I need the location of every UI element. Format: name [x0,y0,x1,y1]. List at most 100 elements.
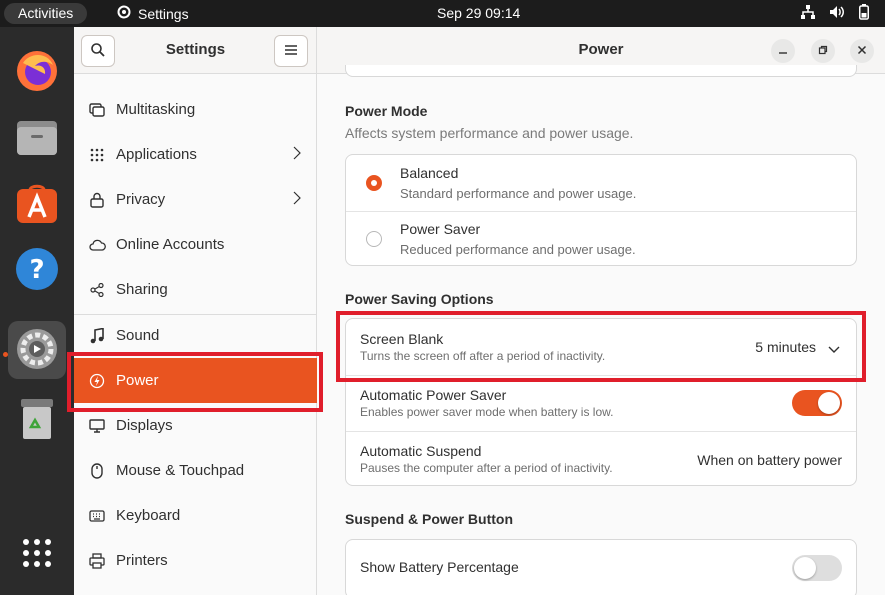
dock-settings[interactable] [8,321,66,379]
sidebar-item-power[interactable]: Power [74,358,317,403]
screen-blank-dropdown[interactable]: 5 minutes [755,339,816,355]
sidebar-item-label: Sound [116,327,160,344]
power-saver-label: Power Saver [400,221,481,237]
trash-icon [17,397,57,444]
power-icon [88,372,106,390]
chevron-right-icon [293,191,301,209]
minimize-button[interactable] [771,39,795,63]
hamburger-icon [284,43,298,59]
power-mode-card: Balanced Standard performance and power … [345,154,857,266]
sidebar-item-label: Power [116,372,159,389]
sidebar: Settings Multitasking Applications Priva… [74,27,317,595]
sidebar-item-privacy[interactable]: Privacy [74,177,317,222]
clock[interactable]: Sep 29 09:14 [437,0,520,27]
sidebar-item-label: Privacy [116,191,166,208]
display-icon [88,417,106,435]
suspend-section-title: Suspend & Power Button [345,511,513,527]
power-saver-desc: Reduced performance and power usage. [400,242,636,257]
sidebar-item-multitasking[interactable]: Multitasking [74,87,317,132]
sidebar-item-label: Multitasking [116,101,196,118]
menu-button[interactable] [274,35,308,67]
dock-firefox[interactable] [8,43,66,101]
balanced-label: Balanced [400,165,459,181]
sidebar-item-label: Keyboard [116,507,181,524]
sidebar-item-label: Printers [116,552,168,569]
battery-percentage-row[interactable]: Show Battery Percentage [346,540,856,595]
sidebar-item-label: Online Accounts [116,236,225,253]
battery-icon [859,4,869,23]
sidebar-item-displays[interactable]: Displays [74,403,317,448]
settings-gear-icon [116,4,132,23]
screen-blank-row[interactable]: Screen Blank Turns the screen off after … [346,319,856,375]
sidebar-item-label: Displays [116,417,173,434]
close-icon [857,44,867,58]
dock-show-apps[interactable] [8,525,66,583]
screen-blank-desc: Turns the screen off after a period of i… [360,349,606,363]
dock-help[interactable]: ? [8,241,66,299]
screen-blank-label: Screen Blank [360,331,444,347]
app-menu[interactable]: Settings [116,0,189,27]
minimize-icon [778,44,788,58]
app-menu-label: Settings [138,5,189,22]
power-saver-radio[interactable] [366,231,382,247]
chevron-down-icon [828,341,840,357]
sidebar-item-mouse-touchpad[interactable]: Mouse & Touchpad [74,448,317,493]
applications-icon [88,146,106,164]
restore-icon [818,44,828,58]
files-icon [15,115,59,162]
auto-power-saver-toggle[interactable] [792,390,842,416]
printer-icon [88,552,106,570]
sidebar-item-printers[interactable]: Printers [74,538,317,583]
sidebar-item-keyboard[interactable]: Keyboard [74,493,317,538]
power-saving-card: Screen Blank Turns the screen off after … [345,318,857,486]
music-note-icon [88,327,106,345]
suspend-card: Show Battery Percentage [345,539,857,595]
show-apps-icon [21,537,53,572]
keyboard-icon [88,507,106,525]
dock-files[interactable] [8,109,66,167]
dock-app-center[interactable] [8,175,66,233]
close-button[interactable] [850,39,874,63]
mouse-icon [88,462,106,480]
firefox-icon [15,49,59,96]
system-tray[interactable] [801,0,869,27]
activities-button[interactable]: Activities [4,3,88,24]
sidebar-item-sound[interactable]: Sound [74,313,317,358]
app-center-icon [15,181,59,228]
sidebar-item-online-accounts[interactable]: Online Accounts [74,222,317,267]
toggle-knob [794,557,816,579]
toggle-knob [818,392,840,414]
power-saving-title: Power Saving Options [345,291,494,307]
multitasking-icon [88,101,106,119]
top-bar: Activities Settings Sep 29 09:14 [0,0,885,27]
share-icon [88,281,106,299]
auto-suspend-row[interactable]: Automatic Suspend Pauses the computer af… [346,431,856,487]
sidebar-item-applications[interactable]: Applications [74,132,317,177]
settings-icon [15,327,59,374]
balanced-desc: Standard performance and power usage. [400,186,637,201]
power-mode-subtitle: Affects system performance and power usa… [345,125,634,141]
privacy-icon [88,191,106,209]
battery-percentage-label: Show Battery Percentage [360,559,519,575]
svg-text:?: ? [29,255,44,285]
volume-icon [829,5,845,22]
cloud-icon [88,236,106,254]
help-icon: ? [15,247,59,294]
auto-power-saver-label: Automatic Power Saver [360,387,507,403]
battery-percentage-toggle[interactable] [792,555,842,581]
auto-suspend-label: Automatic Suspend [360,443,482,459]
power-mode-balanced-row[interactable]: Balanced Standard performance and power … [346,155,856,211]
sidebar-header: Settings [74,27,316,74]
power-mode-title: Power Mode [345,103,428,119]
power-panel: Power Power Mode Affects system performa… [317,27,885,595]
balanced-radio[interactable] [366,175,382,191]
dock: ? [0,27,74,595]
sidebar-item-sharing[interactable]: Sharing [74,267,317,312]
dock-trash[interactable] [8,391,66,449]
maximize-button[interactable] [811,39,835,63]
auto-power-saver-desc: Enables power saver mode when battery is… [360,405,614,419]
auto-suspend-desc: Pauses the computer after a period of in… [360,461,613,475]
auto-suspend-value: When on battery power [697,452,842,468]
auto-power-saver-row[interactable]: Automatic Power Saver Enables power save… [346,375,856,431]
power-mode-saver-row[interactable]: Power Saver Reduced performance and powe… [346,211,856,267]
